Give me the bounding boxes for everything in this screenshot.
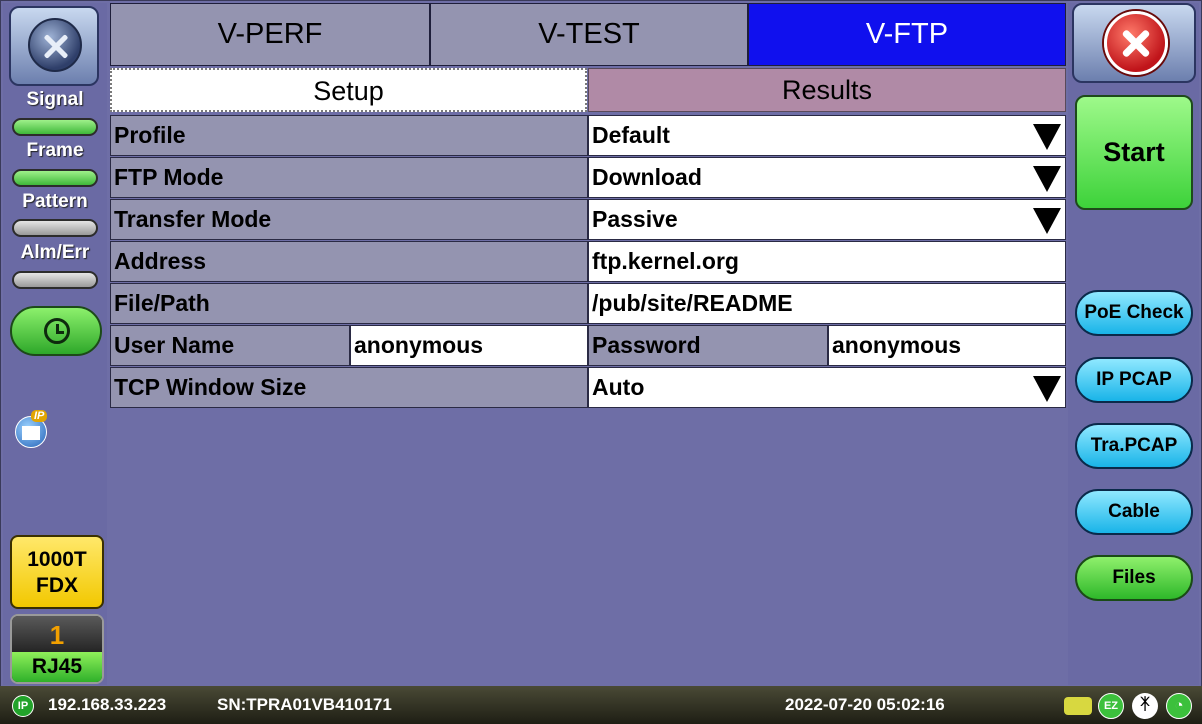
tcp-window-select[interactable]: Auto [588, 367, 1066, 408]
tcp-window-value: Auto [592, 374, 645, 400]
ez-icon: EZ [1098, 693, 1124, 719]
dropdown-arrow-icon [1033, 124, 1061, 150]
dropdown-arrow-icon [1033, 208, 1061, 234]
house-shape [22, 426, 40, 440]
dropdown-arrow-icon [1033, 166, 1061, 192]
file-path-field[interactable]: /pub/site/README [588, 283, 1066, 324]
ip-address: 192.168.33.223 [48, 695, 167, 714]
file-path-label: File/Path [110, 283, 588, 324]
signal-led [12, 118, 98, 136]
ip-home-button[interactable]: IP [15, 408, 57, 448]
port-indicator[interactable]: 1 RJ45 [10, 614, 104, 684]
alm-err-led [12, 271, 98, 289]
alm-err-label: Alm/Err [20, 242, 90, 263]
user-name-label: User Name [110, 325, 350, 366]
close-icon [1104, 11, 1168, 75]
subtab-setup[interactable]: Setup [110, 68, 587, 112]
files-button[interactable]: Files [1075, 555, 1193, 601]
profile-select[interactable]: Default [588, 115, 1066, 156]
tab-v-test[interactable]: V-TEST [430, 3, 748, 66]
dropdown-arrow-icon [1033, 376, 1061, 402]
port-number: 1 [12, 616, 102, 654]
profile-label: Profile [110, 115, 588, 156]
frame-label: Frame [26, 140, 84, 161]
tab-v-perf[interactable]: V-PERF [110, 3, 430, 66]
tools-menu-button[interactable] [9, 6, 99, 86]
tra-pcap-button[interactable]: Tra.PCAP [1075, 423, 1193, 469]
date-time: 2022-07-20 05:02:16 [785, 695, 945, 714]
subtab-results[interactable]: Results [588, 68, 1066, 112]
close-button[interactable] [1072, 3, 1196, 83]
password-label: Password [588, 325, 828, 366]
cable-button[interactable]: Cable [1075, 489, 1193, 535]
user-name-field[interactable]: anonymous [350, 325, 588, 366]
address-field[interactable]: ftp.kernel.org [588, 241, 1066, 282]
serial-number: SN:TPRA01VB410171 [217, 695, 392, 714]
profile-value: Default [592, 122, 670, 148]
ip-badge: IP [31, 410, 48, 422]
tab-v-ftp[interactable]: V-FTP [748, 3, 1066, 66]
port-type: RJ45 [12, 652, 102, 682]
wifi-icon: ◔ [1166, 693, 1192, 719]
history-button[interactable] [10, 306, 102, 356]
link-speed-indicator[interactable]: 1000T FDX [10, 535, 104, 609]
password-field[interactable]: anonymous [828, 325, 1066, 366]
signal-label: Signal [26, 89, 84, 110]
poe-check-button[interactable]: PoE Check [1075, 290, 1193, 336]
left-sidebar: Signal Frame Pattern Alm/Err IP 1000T FD… [3, 3, 107, 685]
status-bar: IP 192.168.33.223 SN:TPRA01VB410171 2022… [0, 686, 1202, 724]
ip-status-icon: IP [12, 695, 34, 717]
bluetooth-icon: ᛡ [1132, 693, 1158, 719]
transfer-mode-label: Transfer Mode [110, 199, 588, 240]
transfer-mode-value: Passive [592, 206, 678, 232]
power-plug-icon [1064, 697, 1092, 715]
frame-led [12, 169, 98, 187]
pattern-label: Pattern [22, 191, 88, 212]
tcp-window-label: TCP Window Size [110, 367, 588, 408]
pattern-led [12, 219, 98, 237]
ip-pcap-button[interactable]: IP PCAP [1075, 357, 1193, 403]
tools-icon [28, 18, 82, 72]
duplex-value: FDX [36, 574, 78, 597]
speed-value: 1000T [27, 548, 87, 571]
ftp-mode-label: FTP Mode [110, 157, 588, 198]
start-button[interactable]: Start [1075, 95, 1193, 210]
history-clock-icon [44, 318, 70, 344]
address-label: Address [110, 241, 588, 282]
ftp-mode-select[interactable]: Download [588, 157, 1066, 198]
transfer-mode-select[interactable]: Passive [588, 199, 1066, 240]
ftp-mode-value: Download [592, 164, 702, 190]
